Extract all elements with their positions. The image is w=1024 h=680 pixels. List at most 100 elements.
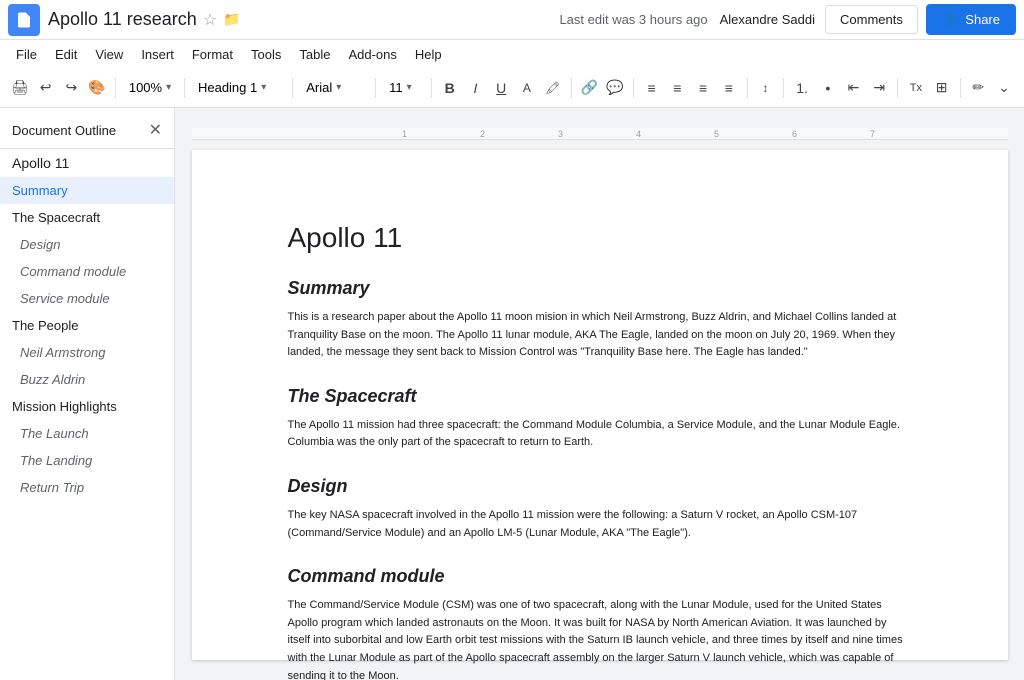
divider-11	[960, 78, 961, 98]
sidebar-header: Document Outline ✕	[0, 108, 174, 149]
toolbar: 🖨 ↩ ↪ 🎨 100% ▾ Heading 1 ▾ Arial ▾ 11 ▾ …	[0, 68, 1024, 108]
outline-item-apollo-11[interactable]: Apollo 11	[0, 149, 174, 177]
menu-bar: File Edit View Insert Format Tools Table…	[0, 40, 1024, 68]
underline-button[interactable]: U	[489, 74, 513, 102]
zoom-value: 100%	[129, 80, 162, 95]
outline-item-return-trip[interactable]: Return Trip	[0, 474, 174, 501]
menu-format[interactable]: Format	[184, 45, 241, 64]
size-chevron: ▾	[407, 82, 412, 93]
font-select[interactable]: Arial ▾	[299, 74, 369, 102]
outline-item-design[interactable]: Design	[0, 231, 174, 258]
outline-item-mission-highlights[interactable]: Mission Highlights	[0, 393, 174, 420]
menu-file[interactable]: File	[8, 45, 45, 64]
divider-4	[375, 78, 376, 98]
comments-button[interactable]: Comments	[825, 5, 918, 34]
bullet-list-button[interactable]: •	[816, 74, 840, 102]
document-area[interactable]: 1 2 3 4 5 6 7 Apollo 11 Summary This is a…	[175, 108, 1024, 680]
align-left-button[interactable]: ≡	[640, 74, 664, 102]
ruler: 1 2 3 4 5 6 7	[192, 128, 1008, 140]
outline-item-the-landing[interactable]: The Landing	[0, 447, 174, 474]
divider-3	[292, 78, 293, 98]
last-edit-text: Last edit was 3 hours ago	[559, 12, 707, 27]
outline-item-command-module[interactable]: Command module	[0, 258, 174, 285]
divider-5	[431, 78, 432, 98]
menu-addons[interactable]: Add-ons	[340, 45, 404, 64]
document-page[interactable]: Apollo 11 Summary This is a research pape…	[192, 150, 1008, 660]
divider-1	[115, 78, 116, 98]
menu-table[interactable]: Table	[291, 45, 338, 64]
clear-format-button[interactable]: Tx	[904, 74, 928, 102]
align-justify-button[interactable]: ≡	[717, 74, 741, 102]
outline-list: Apollo 11SummaryThe SpacecraftDesignComm…	[0, 149, 174, 501]
section-body-summary: This is a research paper about the Apoll…	[288, 309, 912, 362]
text-color-button[interactable]: A	[515, 74, 539, 102]
zoom-select[interactable]: 100% ▾	[122, 74, 178, 102]
share-icon: 👤	[942, 11, 959, 28]
menu-help[interactable]: Help	[407, 45, 450, 64]
expand-toolbar-button[interactable]: ⌄	[992, 74, 1016, 102]
section-body-design: The key NASA spacecraft involved in the …	[288, 507, 912, 542]
outline-item-summary[interactable]: Summary	[0, 177, 174, 204]
divider-9	[783, 78, 784, 98]
outline-item-service-module[interactable]: Service module	[0, 285, 174, 312]
increase-indent-button[interactable]: ⇥	[867, 74, 891, 102]
share-button[interactable]: 👤 Share	[926, 4, 1016, 35]
style-value: Heading 1	[198, 80, 257, 95]
divider-6	[571, 78, 572, 98]
style-select[interactable]: Heading 1 ▾	[191, 74, 286, 102]
section-heading-design: Design	[288, 476, 912, 497]
decrease-indent-button[interactable]: ⇤	[842, 74, 866, 102]
table-button[interactable]: ⊞	[930, 74, 954, 102]
outline-item-neil-armstrong[interactable]: Neil Armstrong	[0, 339, 174, 366]
style-chevron: ▾	[261, 82, 266, 93]
size-select[interactable]: 11 ▾	[382, 74, 425, 102]
section-heading-summary: Summary	[288, 278, 912, 299]
doc-title-h1: Apollo 11	[288, 222, 912, 254]
divider-2	[184, 78, 185, 98]
print-button[interactable]: 🖨	[8, 74, 32, 102]
align-center-button[interactable]: ≡	[665, 74, 689, 102]
divider-8	[747, 78, 748, 98]
menu-view[interactable]: View	[87, 45, 131, 64]
undo-button[interactable]: ↩	[34, 74, 58, 102]
bold-button[interactable]: B	[438, 74, 462, 102]
comment-button[interactable]: 💬	[603, 74, 627, 102]
highlight-button[interactable]: 🖍	[541, 74, 565, 102]
line-spacing-button[interactable]: ↕	[754, 74, 778, 102]
align-right-button[interactable]: ≡	[691, 74, 715, 102]
outline-item-the-people[interactable]: The People	[0, 312, 174, 339]
title-bar: Apollo 11 research ☆ 📁 Last edit was 3 h…	[0, 0, 1024, 40]
doc-title: Apollo 11 research	[48, 9, 197, 30]
numbered-list-button[interactable]: 1.	[790, 74, 814, 102]
section-body-command-module: The Command/Service Module (CSM) was one…	[288, 597, 912, 680]
font-value: Arial	[306, 80, 332, 95]
redo-button[interactable]: ↪	[60, 74, 84, 102]
close-outline-button[interactable]: ✕	[149, 120, 162, 140]
star-icon[interactable]: ☆	[203, 10, 217, 30]
outline-item-the-launch[interactable]: The Launch	[0, 420, 174, 447]
document-outline-panel: Document Outline ✕ Apollo 11SummaryThe S…	[0, 108, 175, 680]
divider-7	[633, 78, 634, 98]
section-heading-the-spacecraft: The Spacecraft	[288, 386, 912, 407]
outline-item-the-spacecraft[interactable]: The Spacecraft	[0, 204, 174, 231]
italic-button[interactable]: I	[464, 74, 488, 102]
font-chevron: ▾	[336, 82, 341, 93]
divider-10	[897, 78, 898, 98]
main-area: Document Outline ✕ Apollo 11SummaryThe S…	[0, 108, 1024, 680]
zoom-chevron: ▾	[166, 82, 171, 93]
paint-format-button[interactable]: 🎨	[85, 74, 109, 102]
section-heading-command-module: Command module	[288, 566, 912, 587]
draw-button[interactable]: ✏	[966, 74, 990, 102]
sidebar-title: Document Outline	[12, 123, 116, 138]
doc-sections: Summary This is a research paper about th…	[288, 278, 912, 680]
user-name: Alexandre Saddi	[720, 12, 815, 27]
share-label: Share	[965, 12, 1000, 27]
size-value: 11	[389, 80, 403, 95]
menu-insert[interactable]: Insert	[133, 45, 182, 64]
menu-edit[interactable]: Edit	[47, 45, 85, 64]
outline-item-buzz-aldrin[interactable]: Buzz Aldrin	[0, 366, 174, 393]
menu-tools[interactable]: Tools	[243, 45, 289, 64]
section-body-the-spacecraft: The Apollo 11 mission had three spacecra…	[288, 417, 912, 452]
link-button[interactable]: 🔗	[577, 74, 601, 102]
folder-icon[interactable]: 📁	[223, 11, 240, 28]
